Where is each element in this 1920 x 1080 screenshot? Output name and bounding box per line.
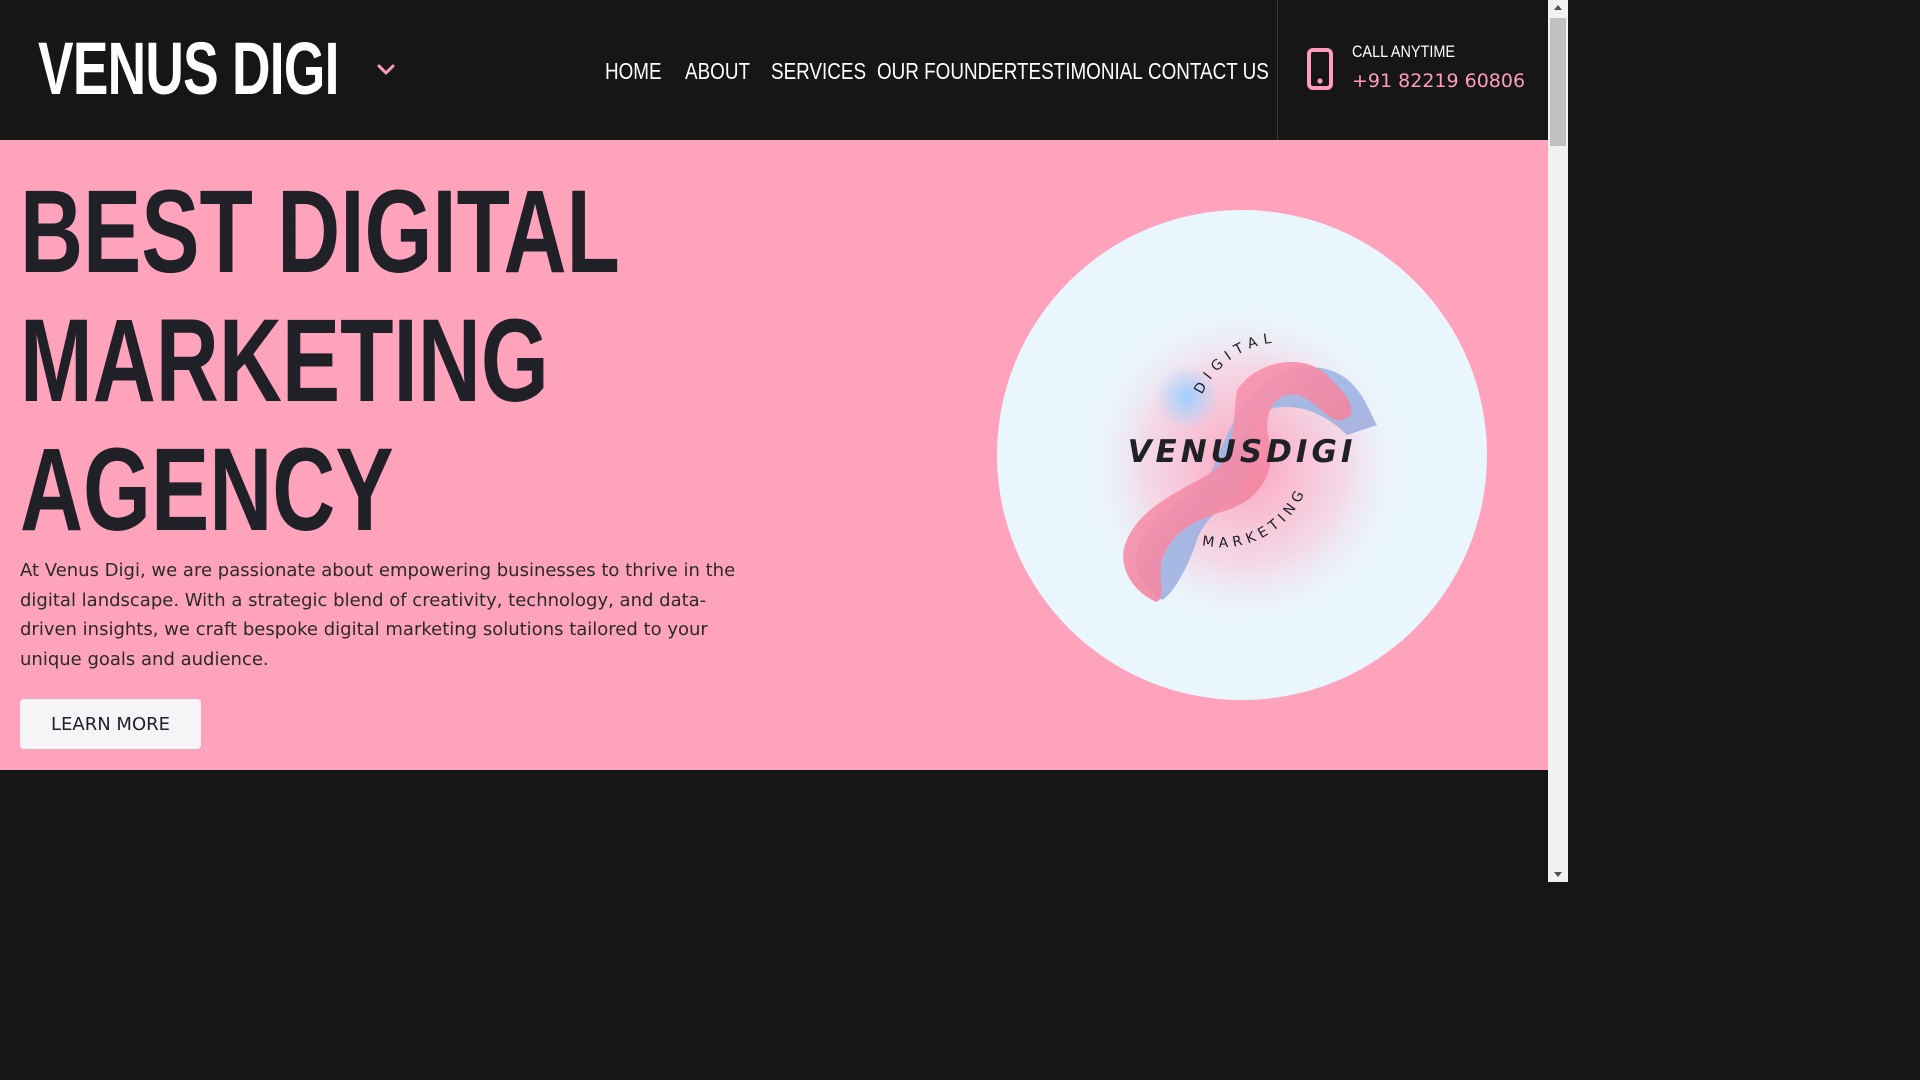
hero-section: BEST DIGITAL MARKETING AGENCY At Venus D… [0,140,1548,770]
hero-logo-circle: VENUSDIGI DIGITAL MARKETING [997,210,1487,700]
scroll-up-arrow-icon[interactable] [1548,0,1568,16]
hero-title-line: BEST DIGITAL [20,166,620,298]
scrollbar-thumb[interactable] [1550,18,1566,146]
nav-item-our-founder[interactable]: OUR FOUNDER [877,58,1017,85]
venusdigi-logo-image: VENUSDIGI DIGITAL MARKETING [1080,300,1410,630]
site-header: VENUS DIGI HOME ABOUT SERVICES OUR FOUND… [0,0,1548,140]
hero-title: BEST DIGITAL MARKETING AGENCY [20,168,620,555]
chevron-down-icon[interactable] [374,58,398,82]
nav-item-testimonial[interactable]: TESTIMONIAL [1017,58,1143,85]
page: VENUS DIGI HOME ABOUT SERVICES OUR FOUND… [0,0,1548,882]
hero-description: At Venus Digi, we are passionate about e… [20,560,736,670]
call-label: CALL ANYTIME [1352,42,1456,61]
brand-logo[interactable]: VENUS DIGI [38,24,339,114]
call-anytime-box: CALL ANYTIME +91 82219 60806 [1277,0,1548,140]
nav-item-contact-us[interactable]: CONTACT US [1148,58,1269,85]
hero-title-line: AGENCY [20,424,394,556]
nav-item-about[interactable]: ABOUT [685,58,750,85]
nav-item-services[interactable]: SERVICES [771,58,866,85]
vertical-scrollbar[interactable] [1548,0,1568,882]
scroll-down-arrow-icon[interactable] [1548,866,1568,882]
call-phone-number[interactable]: +91 82219 60806 [1352,70,1525,92]
hero-title-line: MARKETING [20,295,549,427]
mobile-phone-icon [1307,48,1333,90]
learn-more-button[interactable]: LEARN MORE [20,699,201,749]
logo-wordmark: VENUSDIGI [1128,434,1357,470]
nav-item-home[interactable]: HOME [605,58,662,85]
